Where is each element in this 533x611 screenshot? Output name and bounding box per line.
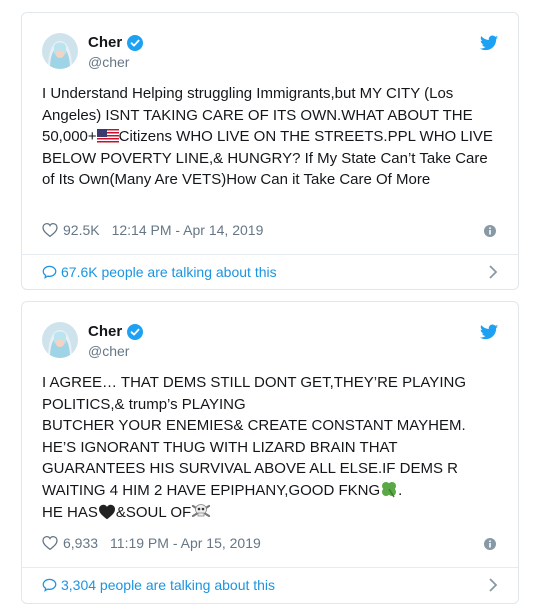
display-name-text[interactable]: Cher <box>88 323 122 341</box>
divider <box>22 254 518 255</box>
divider <box>22 567 518 568</box>
tweet-meta: 92.5K 12:14 PM - Apr 14, 2019 <box>42 222 263 238</box>
info-icon[interactable] <box>484 225 496 237</box>
us-flag-emoji <box>96 129 119 145</box>
verified-badge-icon <box>127 35 144 51</box>
tweet-meta: 6,933 11:19 PM - Apr 15, 2019 <box>42 535 261 551</box>
username[interactable]: @cher <box>88 54 129 70</box>
conversation-link[interactable]: 3,304 people are talking about this <box>42 577 275 593</box>
avatar[interactable] <box>42 33 78 69</box>
tweet-card[interactable]: Cher @cher I AGREE… THAT DEMS STILL DONT… <box>21 301 519 604</box>
like-count[interactable]: 92.5K <box>63 222 100 238</box>
heart-icon[interactable] <box>42 536 58 550</box>
speech-bubble-icon <box>42 265 57 279</box>
twitter-bird-icon[interactable] <box>480 35 498 51</box>
avatar[interactable] <box>42 322 78 358</box>
verified-badge-icon <box>127 324 144 340</box>
conversation-count[interactable]: 3,304 people are talking about this <box>61 577 275 593</box>
tweet-text: I Understand Helping struggling Immigran… <box>42 83 502 191</box>
chevron-right-icon[interactable] <box>488 265 498 279</box>
like-count[interactable]: 6,933 <box>63 535 98 551</box>
username[interactable]: @cher <box>88 343 129 359</box>
tweet-card[interactable]: Cher @cher I Understand Helping struggli… <box>21 12 519 290</box>
display-name[interactable]: Cher <box>88 323 144 341</box>
timestamp[interactable]: 12:14 PM - Apr 14, 2019 <box>112 222 264 238</box>
tweet-text-part: &SOUL OF <box>115 503 192 521</box>
info-icon[interactable] <box>484 538 496 550</box>
black-heart-emoji <box>98 504 115 519</box>
heart-icon[interactable] <box>42 223 58 237</box>
skull-crossbones-emoji <box>192 503 211 517</box>
four-leaf-clover-emoji <box>382 481 397 498</box>
twitter-bird-icon[interactable] <box>480 324 498 340</box>
conversation-link[interactable]: 67.6K people are talking about this <box>42 264 277 280</box>
display-name-text[interactable]: Cher <box>88 34 122 52</box>
display-name[interactable]: Cher <box>88 34 144 52</box>
timestamp[interactable]: 11:19 PM - Apr 15, 2019 <box>110 535 261 551</box>
speech-bubble-icon <box>42 578 57 592</box>
tweet-text: I AGREE… THAT DEMS STILL DONT GET,THEY’R… <box>42 372 502 523</box>
conversation-count[interactable]: 67.6K people are talking about this <box>61 264 277 280</box>
chevron-right-icon[interactable] <box>488 578 498 592</box>
tweet-text-part: I AGREE… THAT DEMS STILL DONT GET,THEY’R… <box>42 374 466 499</box>
